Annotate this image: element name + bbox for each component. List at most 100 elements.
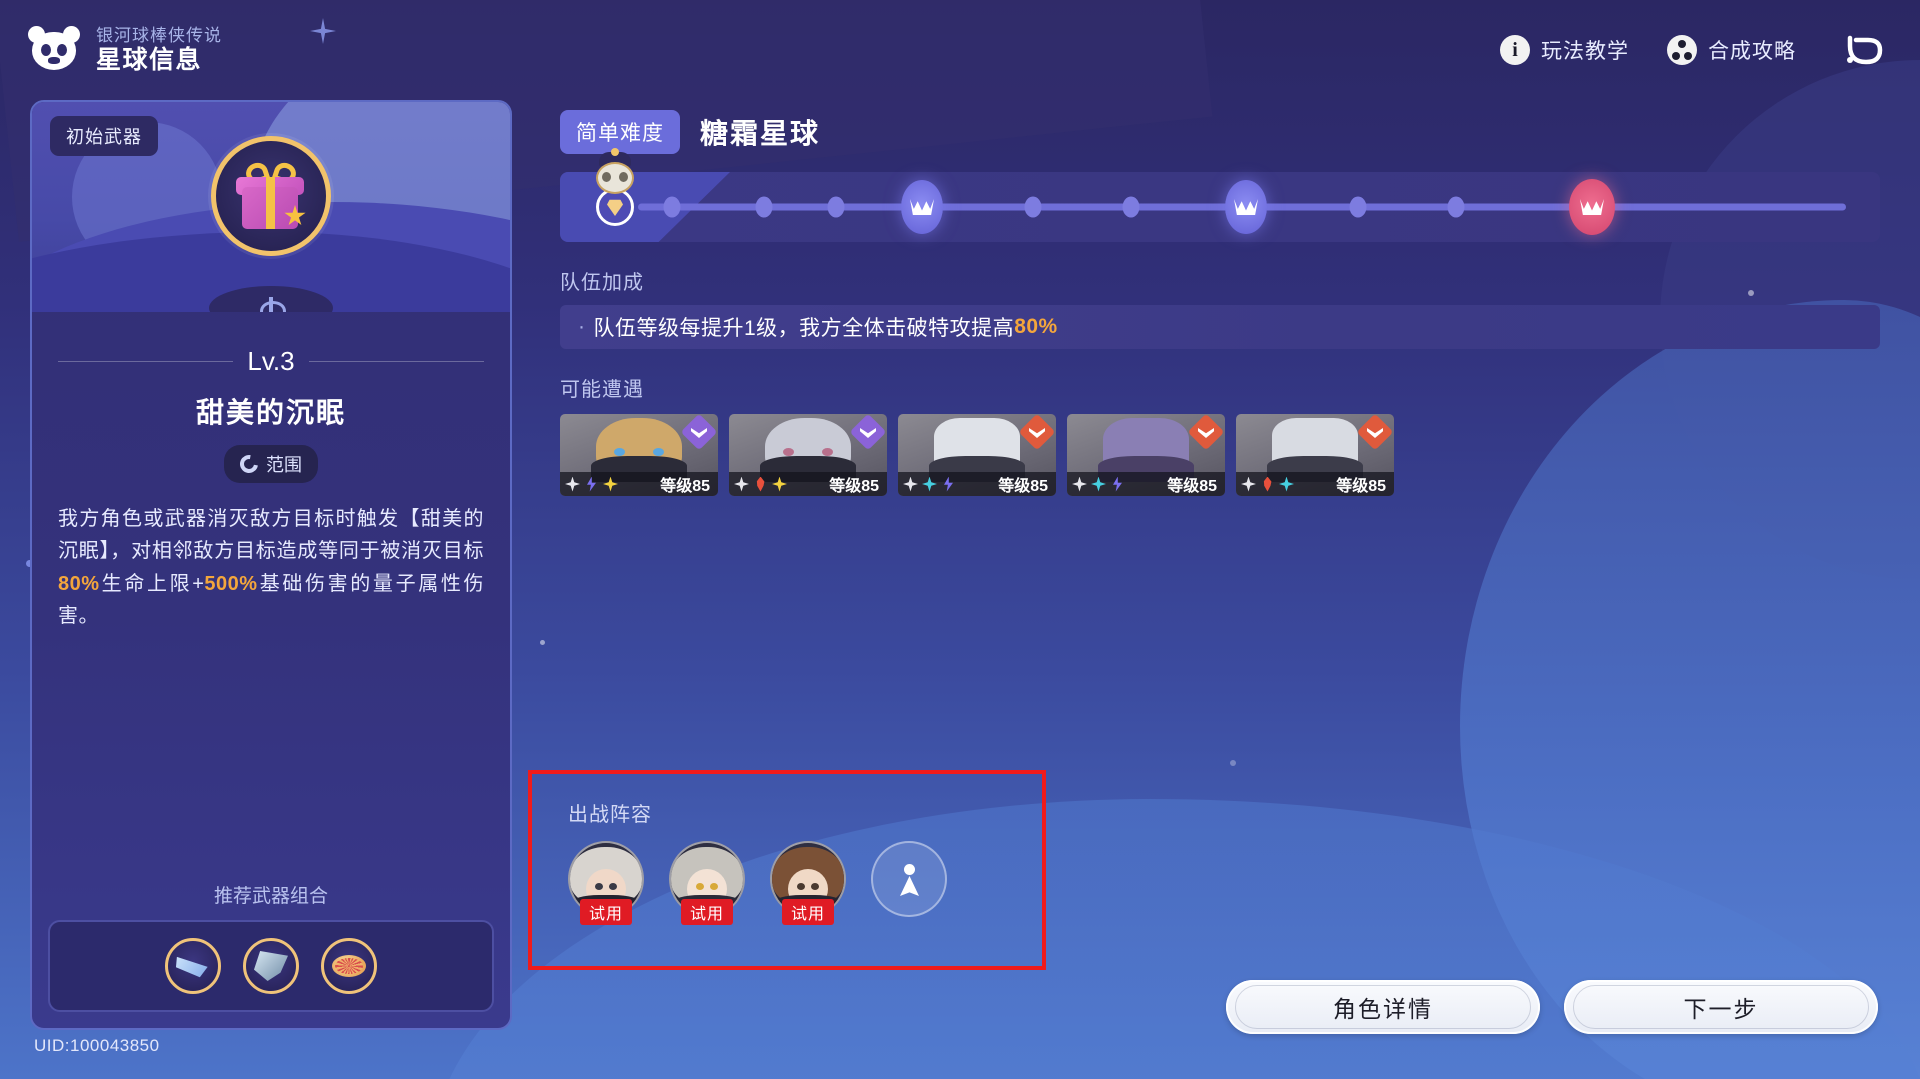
element-quantum-icon xyxy=(565,476,580,492)
divider-right xyxy=(308,361,484,362)
crown-icon xyxy=(1234,199,1258,215)
element-ice-icon xyxy=(922,476,937,492)
track-node-elite[interactable] xyxy=(901,180,943,234)
encounter-card[interactable]: 等级85 xyxy=(560,414,718,496)
pizza-icon[interactable] xyxy=(321,938,377,994)
rank-badge xyxy=(849,414,887,451)
recommended-weapons-section: 推荐武器组合 xyxy=(32,881,510,1012)
element-imaginary-icon xyxy=(772,476,787,492)
stage-header: 简单难度 糖霜星球 xyxy=(560,110,1880,154)
battle-lineup-highlight: 出战阵容 试用 试用 试用 xyxy=(528,770,1046,970)
lineup-member: 试用 xyxy=(669,841,745,925)
recommended-title: 推荐武器组合 xyxy=(213,886,328,907)
track-start-marker[interactable] xyxy=(596,148,634,226)
enemy-level: 等级85 xyxy=(660,478,710,495)
trial-badge: 试用 xyxy=(680,899,734,925)
weapon-level-row: Lv.3 xyxy=(58,346,484,377)
header-actions: i 玩法教学 合成攻略 xyxy=(1500,28,1886,72)
stage-content: 简单难度 糖霜星球 队伍加成 · 队伍等级每提升1级，我方全体击破特攻提高 80… xyxy=(560,110,1880,496)
divider-left xyxy=(58,361,234,362)
track-node-small[interactable] xyxy=(663,196,681,218)
page-title: 星球信息 xyxy=(96,45,203,74)
enemy-footer: 等级85 xyxy=(560,472,718,496)
uid-label: UID:100043850 xyxy=(34,1036,160,1055)
bullet-dot: · xyxy=(578,315,586,338)
weapon-body: Lv.3 甜美的沉眠 范围 我方角色或武器消灭敌方目标时触发【甜美的沉眠】，对相… xyxy=(32,312,510,633)
lineup-empty-slot xyxy=(871,841,947,917)
back-arrow-icon[interactable] xyxy=(1840,28,1886,72)
initial-weapon-badge: 初始武器 xyxy=(50,116,158,156)
encounter-card[interactable]: 等级85 xyxy=(729,414,887,496)
lineup-member: 试用 xyxy=(770,841,846,925)
element-lightning-icon xyxy=(944,476,953,492)
merge-circle-icon xyxy=(1667,35,1697,65)
battle-lineup-section: 出战阵容 试用 试用 试用 xyxy=(532,774,1042,966)
track-node-small[interactable] xyxy=(827,196,845,218)
stage-name: 糖霜星球 xyxy=(700,118,821,149)
brand-subtitle: 银河球棒侠传说 xyxy=(96,26,222,46)
next-step-button[interactable]: 下一步 xyxy=(1564,980,1878,1034)
synthesis-guide-button[interactable]: 合成攻略 xyxy=(1667,35,1796,65)
rank-badge xyxy=(1018,414,1056,451)
star-dot xyxy=(1230,760,1236,766)
desc-segment-1: 我方角色或武器消灭敌方目标时触发【甜美的沉眠】，对相邻敌方目标造成等同于被消灭目… xyxy=(58,508,484,563)
element-quantum-icon xyxy=(903,476,918,492)
rune-icon xyxy=(260,297,282,312)
trial-badge: 试用 xyxy=(781,899,835,925)
range-tag: 范围 xyxy=(224,445,318,483)
weapon-level: Lv.3 xyxy=(247,346,295,376)
hammer-icon[interactable] xyxy=(243,938,299,994)
team-bonus-highlight: 80% xyxy=(1014,315,1058,338)
element-lightning-icon xyxy=(1113,476,1122,492)
character-details-button[interactable]: 角色详情 xyxy=(1226,980,1540,1034)
synthesis-label: 合成攻略 xyxy=(1708,40,1796,63)
lineup-title: 出战阵容 xyxy=(568,804,652,826)
track-node-boss[interactable] xyxy=(1569,179,1615,235)
track-node-small[interactable] xyxy=(1447,196,1465,218)
panda-marker-icon xyxy=(592,148,638,196)
element-quantum-icon xyxy=(1241,476,1256,492)
element-lightning-icon xyxy=(587,476,596,492)
range-tag-label: 范围 xyxy=(266,455,302,475)
enemy-level: 等级85 xyxy=(1336,478,1386,495)
enemy-level: 等级85 xyxy=(998,478,1048,495)
track-node-elite[interactable] xyxy=(1225,180,1267,234)
crown-icon xyxy=(910,199,934,215)
recommended-weapons-box xyxy=(48,920,494,1012)
range-circle-icon xyxy=(236,451,262,477)
encounter-card[interactable]: 等级85 xyxy=(898,414,1056,496)
rank-badge xyxy=(1356,414,1394,451)
lineup-avatar-list: 试用 试用 试用 xyxy=(568,841,1042,925)
tutorial-label: 玩法教学 xyxy=(1541,40,1629,63)
enemy-footer: 等级85 xyxy=(898,472,1056,496)
add-character-icon[interactable] xyxy=(871,841,947,917)
stage-progress-track[interactable] xyxy=(560,148,1880,242)
panda-logo-icon xyxy=(26,26,82,72)
encounter-card[interactable]: 等级85 xyxy=(1067,414,1225,496)
track-node-small[interactable] xyxy=(1024,196,1042,218)
element-fire-icon xyxy=(1263,476,1272,492)
element-quantum-icon xyxy=(1072,476,1087,492)
trial-badge: 试用 xyxy=(579,899,633,925)
enemy-level: 等级85 xyxy=(829,478,879,495)
weapon-tag-row: 范围 xyxy=(58,445,484,483)
element-ice-icon xyxy=(1279,476,1294,492)
rank-badge xyxy=(680,414,718,451)
gift-box-icon xyxy=(211,136,331,256)
tutorial-button[interactable]: i 玩法教学 xyxy=(1500,35,1629,65)
track-node-small[interactable] xyxy=(1122,196,1140,218)
star-dot xyxy=(540,640,545,645)
encounter-card-list: 等级85 等级85 等级85 等级85 等级85 xyxy=(560,414,1880,496)
brand-text: 银河球棒侠传说 星球信息 xyxy=(96,26,222,73)
element-quantum-icon xyxy=(734,476,749,492)
app-header: 银河球棒侠传说 星球信息 i 玩法教学 合成攻略 xyxy=(0,0,1920,100)
crown-icon xyxy=(1580,199,1604,215)
track-node-small[interactable] xyxy=(1349,196,1367,218)
track-node-small[interactable] xyxy=(755,196,773,218)
scythe-blade-icon[interactable] xyxy=(165,938,221,994)
desc-segment-2: 生命上限+ xyxy=(99,572,205,595)
encounter-card[interactable]: 等级85 xyxy=(1236,414,1394,496)
desc-highlight-1: 80% xyxy=(58,572,100,595)
team-bonus-label: 队伍加成 xyxy=(560,272,644,294)
weapon-icon-wrap xyxy=(211,136,331,256)
